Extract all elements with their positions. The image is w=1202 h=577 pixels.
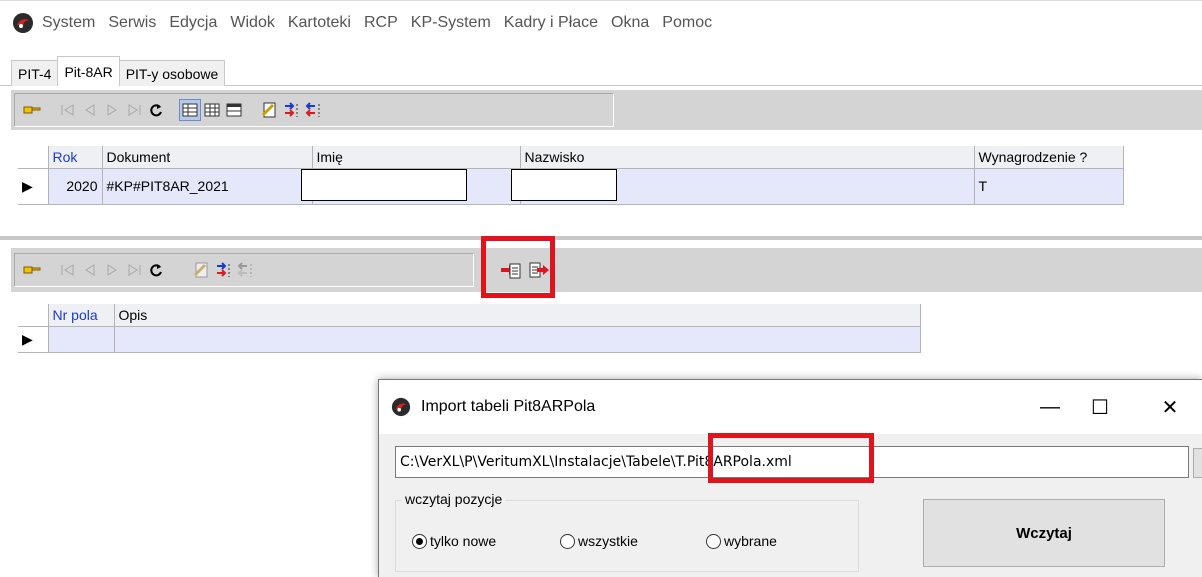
- radio-wybrane[interactable]: wybrane: [706, 533, 777, 549]
- redacted-imie: [300, 168, 467, 201]
- menu-system[interactable]: System: [42, 14, 95, 32]
- refresh-icon[interactable]: [145, 259, 167, 281]
- edit-document-icon[interactable]: [259, 99, 281, 121]
- row-indicator-header: [18, 304, 49, 327]
- menu-edycja[interactable]: Edycja: [169, 14, 217, 32]
- panel-splitter[interactable]: [0, 236, 1202, 240]
- highlight-file-name: [708, 433, 874, 483]
- last-record-icon[interactable]: [123, 99, 145, 121]
- radio-label: wszystkie: [578, 533, 638, 549]
- pointer-hand-icon[interactable]: [21, 259, 43, 281]
- col-header-imie[interactable]: Imię: [312, 146, 521, 169]
- import-arrows-icon[interactable]: [281, 99, 303, 121]
- next-record-icon[interactable]: [101, 99, 123, 121]
- menu-pomoc[interactable]: Pomoc: [662, 14, 712, 32]
- highlight-import-button: [481, 236, 555, 298]
- next-record-icon[interactable]: [101, 259, 123, 281]
- group-label: wczytaj pozycje: [402, 491, 506, 507]
- bottom-toolbar: [11, 248, 1202, 292]
- grid-view-3-icon[interactable]: [223, 99, 245, 121]
- pointer-hand-icon[interactable]: [21, 99, 43, 121]
- export-arrows-icon[interactable]: [303, 99, 325, 121]
- top-nav-group: [14, 93, 614, 127]
- cell-opis[interactable]: [114, 326, 921, 353]
- app-logo-icon: [13, 12, 33, 33]
- table-row[interactable]: ▶: [18, 326, 921, 353]
- menu-serwis[interactable]: Serwis: [108, 14, 156, 32]
- menu-bar: System Serwis Edycja Widok Kartoteki RCP…: [0, 0, 1202, 44]
- current-row-indicator-icon: ▶: [18, 326, 49, 353]
- col-header-nazwisko[interactable]: Nazwisko: [520, 146, 975, 169]
- tab-pit-y-osobowe[interactable]: PIT-y osobowe: [118, 60, 226, 86]
- refresh-icon[interactable]: [145, 99, 167, 121]
- radio-tylko-nowe[interactable]: tylko nowe: [412, 533, 496, 549]
- cell-nazwisko[interactable]: [510, 168, 975, 205]
- col-header-opis[interactable]: Opis: [114, 304, 921, 327]
- first-record-icon[interactable]: [57, 99, 79, 121]
- dialog-title: Import tabeli Pit8ARPola: [421, 398, 596, 415]
- browse-button[interactable]: ...: [1193, 448, 1202, 478]
- prev-record-icon[interactable]: [79, 259, 101, 281]
- col-header-rok[interactable]: Rok: [48, 146, 103, 169]
- minimize-button[interactable]: —: [1035, 392, 1065, 422]
- radio-label: wybrane: [724, 533, 777, 549]
- col-header-wynagrodzenie[interactable]: Wynagrodzenie ?: [974, 146, 1124, 169]
- radio-unselected-icon: [560, 533, 575, 549]
- radio-unselected-icon: [706, 533, 721, 549]
- top-grid: Rok Dokument Imię Nazwisko Wynagrodzenie…: [18, 146, 1124, 205]
- radio-label: tylko nowe: [430, 533, 497, 549]
- load-options-group: wczytaj pozycje tylko nowe wszystkie wyb…: [395, 491, 859, 572]
- tab-pit-8ar[interactable]: Pit-8AR: [57, 56, 120, 86]
- import-arrows-icon[interactable]: [213, 259, 235, 281]
- radio-wszystkie[interactable]: wszystkie: [560, 533, 638, 549]
- redacted-nazwisko: [510, 168, 617, 201]
- radio-selected-icon: [412, 533, 427, 549]
- cell-imie[interactable]: [300, 168, 521, 205]
- app-logo-icon: [391, 397, 411, 417]
- export-arrows-icon[interactable]: [235, 259, 257, 281]
- cell-nr-pola[interactable]: [48, 326, 115, 353]
- last-record-icon[interactable]: [123, 259, 145, 281]
- menu-rcp[interactable]: RCP: [364, 14, 398, 32]
- grid-view-2-icon[interactable]: [201, 99, 223, 121]
- current-row-indicator-icon: ▶: [18, 168, 49, 205]
- bottom-grid: Nr pola Opis ▶: [18, 304, 921, 353]
- menu-kartoteki[interactable]: Kartoteki: [288, 14, 351, 32]
- grid-view-1-icon[interactable]: [179, 99, 201, 121]
- maximize-button[interactable]: ☐: [1085, 392, 1115, 422]
- prev-record-icon[interactable]: [79, 99, 101, 121]
- top-toolbar: [11, 90, 1202, 130]
- menu-kadry-i-place[interactable]: Kadry i Płace: [504, 14, 598, 32]
- col-header-dokument[interactable]: Dokument: [102, 146, 313, 169]
- menu-kp-system[interactable]: KP-System: [411, 14, 491, 32]
- close-button[interactable]: ✕: [1155, 392, 1185, 422]
- tab-pit-4[interactable]: PIT-4: [11, 60, 59, 86]
- col-header-nr-pola[interactable]: Nr pola: [48, 304, 115, 327]
- menu-okna[interactable]: Okna: [611, 14, 649, 32]
- table-row[interactable]: ▶ 2020 #KP#PIT8AR_2021 T: [18, 168, 1124, 205]
- tab-strip: PIT-4 Pit-8AR PIT-y osobowe: [11, 56, 226, 86]
- dialog-title-bar[interactable]: Import tabeli Pit8ARPola: [379, 380, 1202, 434]
- cell-rok[interactable]: 2020: [48, 168, 103, 205]
- first-record-icon[interactable]: [57, 259, 79, 281]
- row-indicator-header: [18, 146, 49, 169]
- cell-dokument[interactable]: #KP#PIT8AR_2021: [102, 168, 313, 205]
- bottom-nav-group: [14, 253, 474, 287]
- cell-wynagrodzenie[interactable]: T: [974, 168, 1124, 205]
- menu-widok[interactable]: Widok: [230, 14, 274, 32]
- load-button[interactable]: Wczytaj: [923, 499, 1165, 567]
- edit-document-icon[interactable]: [191, 259, 213, 281]
